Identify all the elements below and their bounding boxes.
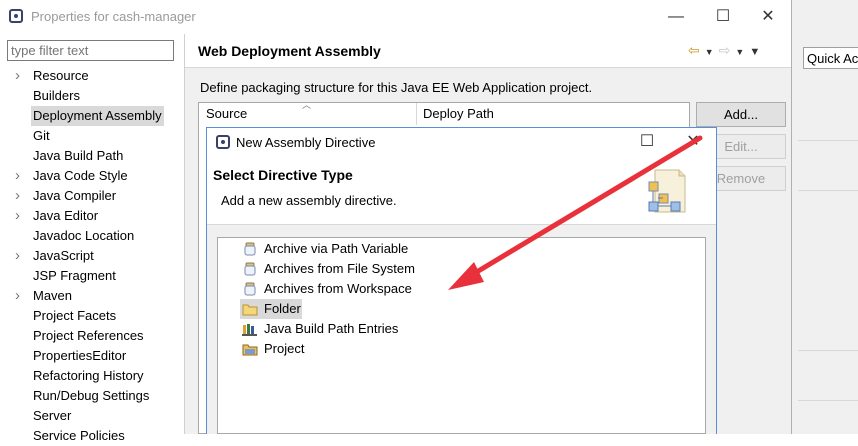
view-menu-icon[interactable]: ▼ (749, 46, 760, 58)
column-header-deploy-path[interactable]: Deploy Path (423, 106, 494, 121)
add-button[interactable]: Add... (696, 102, 786, 127)
sidebar-item[interactable]: JSP Fragment (0, 266, 184, 286)
library-icon (242, 322, 258, 336)
directive-type-item[interactable]: Folder (240, 299, 302, 319)
sort-indicator-icon: ︿ (302, 100, 312, 110)
sidebar-item[interactable]: Service Policies (0, 426, 184, 446)
quick-access-field[interactable]: Quick Ac (803, 47, 858, 69)
sidebar-item-label: Maven (33, 288, 73, 303)
close-button[interactable]: ✕ (757, 6, 779, 28)
page-title: Web Deployment Assembly (198, 43, 381, 59)
sidebar-item-label: Java Editor (33, 208, 99, 223)
maximize-button[interactable]: ☐ (712, 6, 734, 28)
sidebar-item-label: Git (33, 128, 50, 143)
sidebar-item-label: Java Build Path (33, 148, 124, 163)
sidebar-item[interactable]: › Maven (0, 286, 184, 306)
dialog-title: New Assembly Directive (236, 135, 376, 150)
sidebar-item-label: Service Policies (33, 428, 125, 443)
sidebar-item-label: Java Code Style (33, 168, 128, 183)
sidebar-item-label: Resource (33, 68, 89, 83)
forward-arrow-icon[interactable]: ⇨ (719, 42, 731, 59)
back-arrow-icon[interactable]: ⇦ (688, 42, 700, 59)
page-navigation: ⇦ ▼ ⇨ ▼ ▼ (688, 42, 765, 59)
sidebar-item[interactable]: Project Facets (0, 306, 184, 326)
sidebar-item-label: Project References (33, 328, 144, 343)
background-divider (798, 350, 858, 351)
assembly-banner-icon (648, 169, 686, 213)
chevron-right-icon[interactable]: › (15, 166, 20, 186)
sidebar-item-label: Deployment Assembly (31, 106, 164, 126)
sidebar-item[interactable]: Refactoring History (0, 366, 184, 386)
filter-input[interactable] (7, 40, 174, 61)
folder-icon (242, 302, 258, 316)
sidebar-item-label: Builders (33, 88, 80, 103)
sidebar-item-label: Refactoring History (33, 368, 144, 383)
chevron-down-icon[interactable]: ▼ (705, 47, 714, 57)
directive-type-label: Project (264, 341, 305, 356)
sidebar-item[interactable]: › Java Editor (0, 206, 184, 226)
chevron-right-icon[interactable]: › (15, 206, 20, 226)
directive-type-label: Archives from Workspace (264, 281, 412, 296)
sidebar-item-label: Javadoc Location (33, 228, 135, 243)
sidebar-item[interactable]: Builders (0, 86, 184, 106)
minimize-button[interactable]: — (665, 6, 687, 28)
sidebar-item-label: Run/Debug Settings (33, 388, 150, 403)
chevron-down-icon[interactable]: ▼ (735, 47, 744, 57)
sidebar-item-label: Java Compiler (33, 188, 117, 203)
background-divider (798, 400, 858, 401)
sidebar-item[interactable]: › JavaScript (0, 246, 184, 266)
dialog-maximize-button[interactable]: ☐ (636, 131, 658, 153)
background-divider (798, 140, 858, 141)
dialog-close-button[interactable]: ✕ (682, 131, 704, 153)
window-title: Properties for cash-manager (31, 9, 196, 24)
background-divider (798, 190, 858, 191)
column-header-source[interactable]: Source (206, 106, 247, 121)
chevron-right-icon[interactable]: › (15, 66, 20, 86)
directive-type-label: Java Build Path Entries (264, 321, 399, 336)
sidebar-item[interactable]: Project References (0, 326, 184, 346)
sidebar-item[interactable]: › Java Code Style (0, 166, 184, 186)
page-description: Define packaging structure for this Java… (200, 80, 593, 95)
sidebar-item-label: JavaScript (33, 248, 94, 263)
eclipse-icon (9, 9, 23, 23)
sidebar-item[interactable]: Run/Debug Settings (0, 386, 184, 406)
sidebar-item-label: Project Facets (33, 308, 117, 323)
sidebar-item[interactable]: Java Build Path (0, 146, 184, 166)
chevron-right-icon[interactable]: › (15, 246, 20, 266)
sidebar-item-label: JSP Fragment (33, 268, 116, 283)
directive-type-label: Archive via Path Variable (264, 241, 409, 256)
sidebar-item[interactable]: Server (0, 406, 184, 426)
sidebar-item[interactable]: Deployment Assembly (0, 106, 184, 126)
dialog-heading: Select Directive Type (213, 167, 353, 183)
sidebar-item[interactable]: › Java Compiler (0, 186, 184, 206)
chevron-right-icon[interactable]: › (15, 186, 20, 206)
sidebar-item[interactable]: PropertiesEditor (0, 346, 184, 366)
sidebar-item[interactable]: › Resource (0, 66, 184, 86)
directive-type-label: Archives from File System (264, 261, 415, 276)
dialog-description: Add a new assembly directive. (221, 193, 397, 208)
column-divider[interactable] (416, 103, 417, 125)
jar-icon (242, 282, 258, 296)
jar-icon (242, 242, 258, 256)
jar-icon (242, 262, 258, 276)
sidebar-item-label: PropertiesEditor (33, 348, 127, 363)
eclipse-icon (216, 135, 230, 149)
directive-type-label: Folder (264, 301, 301, 316)
chevron-right-icon[interactable]: › (15, 286, 20, 306)
sidebar-item[interactable]: Javadoc Location (0, 226, 184, 246)
project-icon (242, 342, 258, 356)
sidebar-item-label: Server (33, 408, 72, 423)
sidebar-item[interactable]: Git (0, 126, 184, 146)
